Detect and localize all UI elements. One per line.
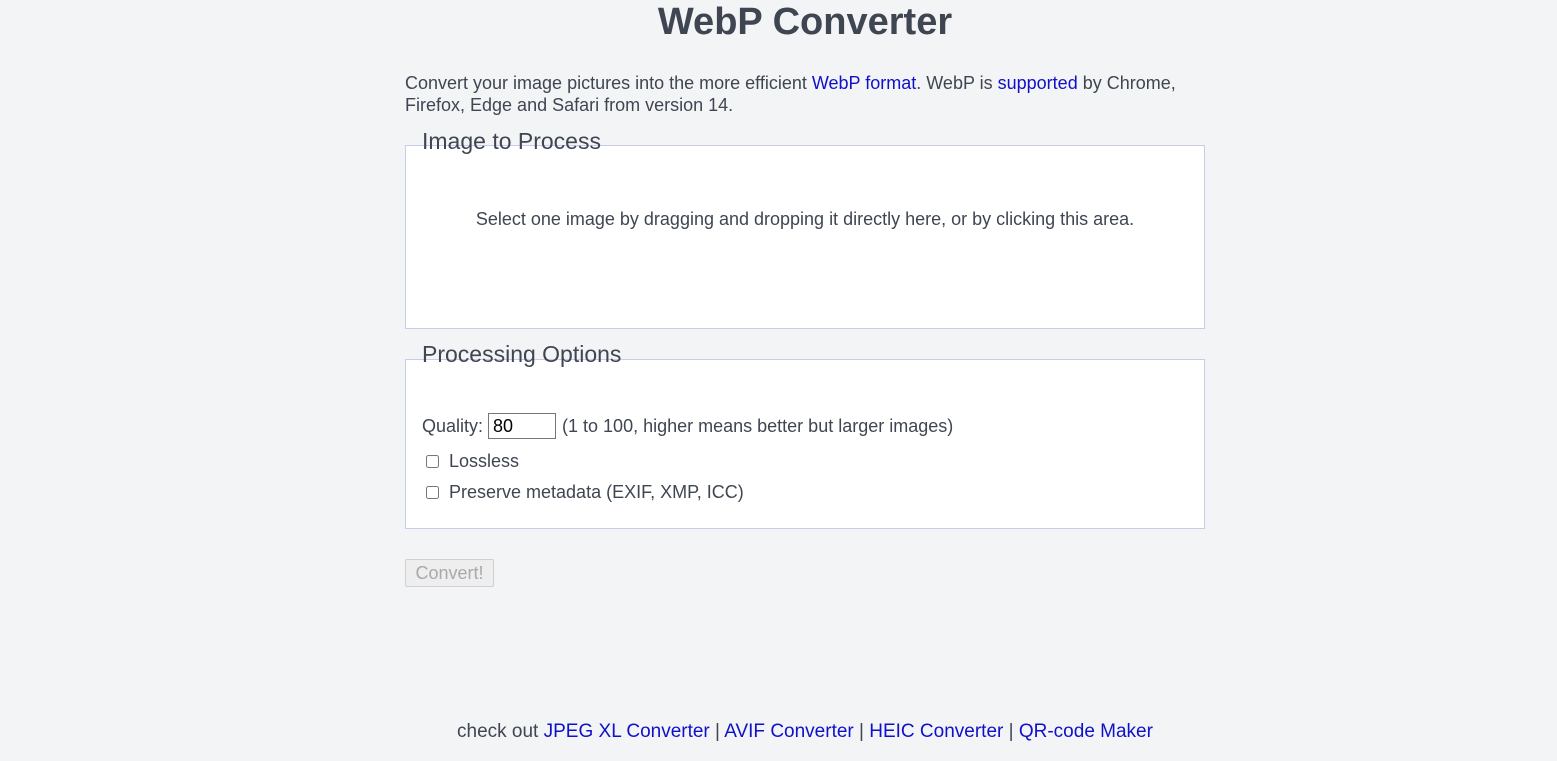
preserve-metadata-option[interactable]: Preserve metadata (EXIF, XMP, ICC) xyxy=(426,481,744,503)
options-section-legend: Processing Options xyxy=(422,341,622,367)
quality-input[interactable] xyxy=(488,413,557,439)
footer-prefix: check out xyxy=(457,721,544,742)
quality-hint: (1 to 100, higher means better but large… xyxy=(562,416,954,436)
jpeg-xl-converter-link[interactable]: JPEG XL Converter xyxy=(544,721,710,742)
footer-separator: | xyxy=(1003,721,1019,742)
processing-options-panel: Quality: (1 to 100, higher means better … xyxy=(405,359,1205,529)
footer: check out JPEG XL Converter | AVIF Conve… xyxy=(0,720,1557,744)
preserve-metadata-label: Preserve metadata (EXIF, XMP, ICC) xyxy=(449,482,744,502)
intro-text-2: . WebP is xyxy=(916,73,998,93)
heic-converter-link[interactable]: HEIC Converter xyxy=(869,721,1003,742)
preserve-metadata-checkbox[interactable] xyxy=(426,485,439,499)
qr-code-maker-link[interactable]: QR-code Maker xyxy=(1019,721,1153,742)
convert-button[interactable]: Convert! xyxy=(405,559,494,587)
supported-link[interactable]: supported xyxy=(998,73,1078,93)
dropzone-instructions: Select one image by dragging and droppin… xyxy=(475,209,1135,229)
lossless-option[interactable]: Lossless xyxy=(426,450,519,472)
main-content: Convert your image pictures into the mor… xyxy=(405,72,1205,587)
lossless-checkbox[interactable] xyxy=(426,454,439,468)
avif-converter-link[interactable]: AVIF Converter xyxy=(724,721,854,742)
footer-separator: | xyxy=(709,721,725,742)
intro-text-1: Convert your image pictures into the mor… xyxy=(405,73,812,93)
footer-separator: | xyxy=(853,721,870,742)
quality-label: Quality: xyxy=(422,416,484,436)
page: WebP Converter Convert your image pictur… xyxy=(0,0,1557,761)
intro-paragraph: Convert your image pictures into the mor… xyxy=(405,72,1205,116)
quality-row: Quality: (1 to 100, higher means better … xyxy=(422,412,953,440)
image-dropzone[interactable]: Select one image by dragging and droppin… xyxy=(405,145,1205,329)
image-section-legend: Image to Process xyxy=(422,128,601,154)
lossless-label: Lossless xyxy=(449,451,520,471)
webp-format-link[interactable]: WebP format xyxy=(812,73,916,93)
page-title: WebP Converter xyxy=(657,1,953,43)
